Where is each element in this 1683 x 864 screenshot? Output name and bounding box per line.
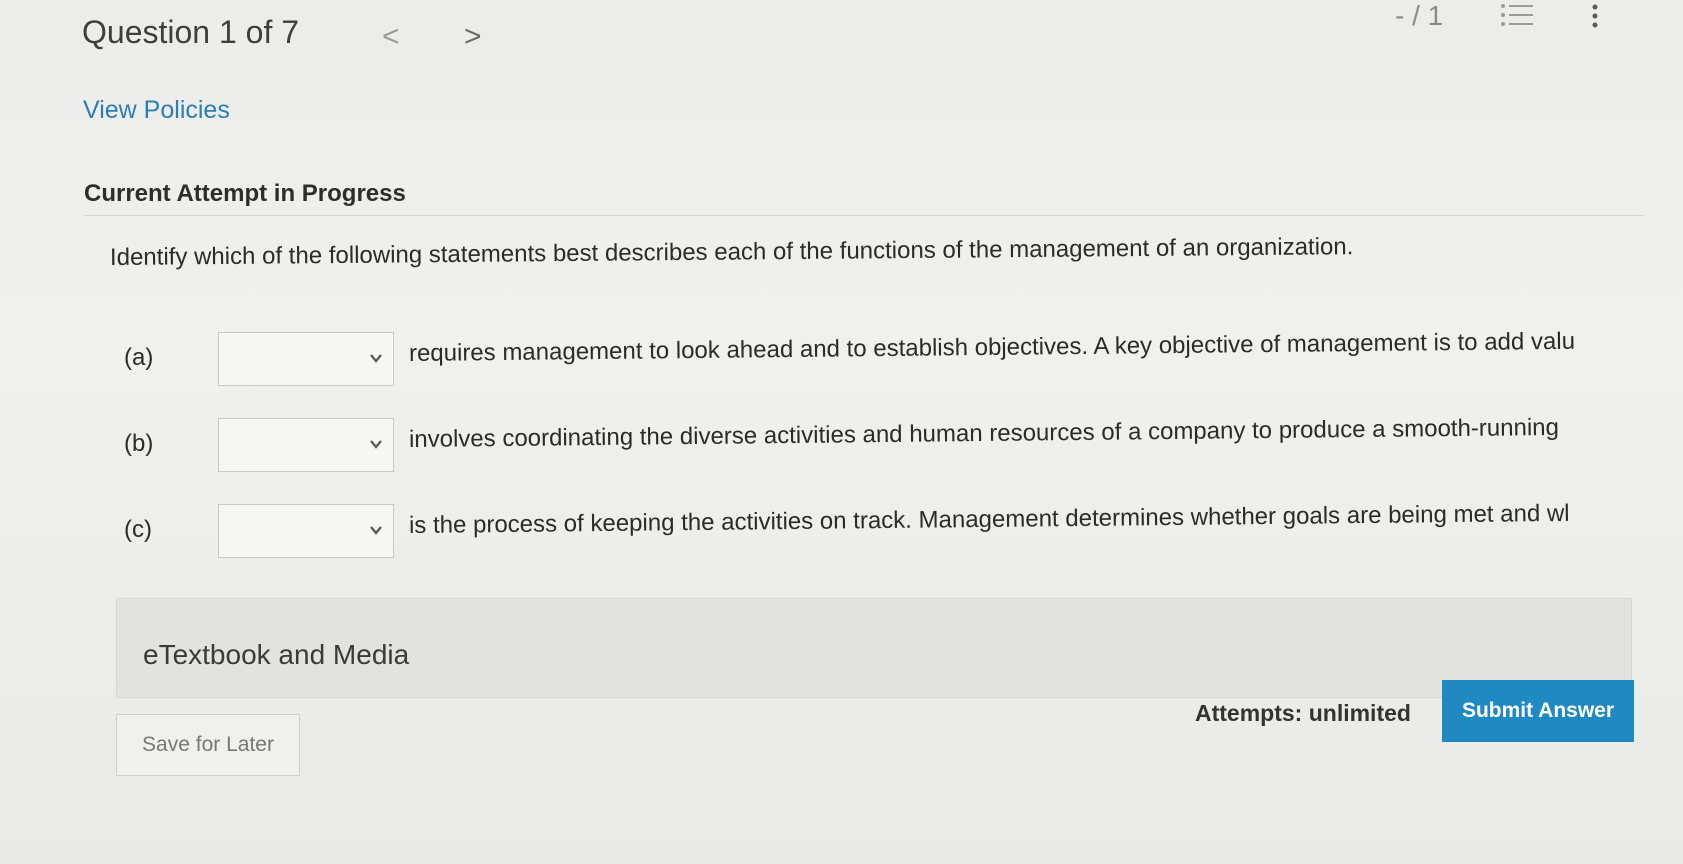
part-text: is the process of keeping the activities… [408, 499, 1570, 539]
submit-answer-button[interactable]: Submit Answer [1442, 680, 1634, 742]
next-question-button[interactable]: > [464, 22, 482, 52]
save-for-later-button[interactable]: Save for Later [116, 714, 300, 776]
question-title: Question 1 of 7 [82, 14, 300, 50]
chevron-down-icon [370, 354, 382, 363]
part-label: (a) [124, 344, 154, 371]
part-text: involves coordinating the diverse activi… [408, 413, 1560, 453]
previous-question-button[interactable]: < [382, 22, 400, 52]
attempts-status: Attempts: unlimited [1195, 700, 1411, 726]
etextbook-label: eTextbook and Media [143, 639, 410, 670]
question-instruction: Identify which of the following statemen… [109, 233, 1354, 271]
more-vertical-icon[interactable] [1588, 2, 1602, 30]
etextbook-media-panel[interactable]: eTextbook and Media [116, 598, 1632, 698]
divider [84, 215, 1644, 216]
part-label: (b) [124, 430, 154, 457]
part-b-row: (b) involves coordinating the diverse ac… [124, 414, 1674, 478]
attempt-heading: Current Attempt in Progress [84, 180, 406, 207]
part-text: requires management to look ahead and to… [408, 327, 1576, 367]
list-icon[interactable] [1500, 2, 1534, 30]
part-b-dropdown[interactable] [218, 418, 394, 472]
part-a-dropdown[interactable] [218, 332, 394, 386]
score-display: - / 1 [1395, 0, 1444, 31]
chevron-down-icon [370, 526, 382, 535]
part-c-row: (c) is the process of keeping the activi… [124, 500, 1674, 564]
part-a-row: (a) requires management to look ahead an… [124, 328, 1674, 392]
part-label: (c) [124, 516, 152, 543]
view-policies-link[interactable]: View Policies [83, 96, 230, 125]
part-c-dropdown[interactable] [218, 504, 394, 558]
chevron-down-icon [370, 440, 382, 449]
question-header: Question 1 of 7 < > - / 1 [0, 0, 1683, 80]
